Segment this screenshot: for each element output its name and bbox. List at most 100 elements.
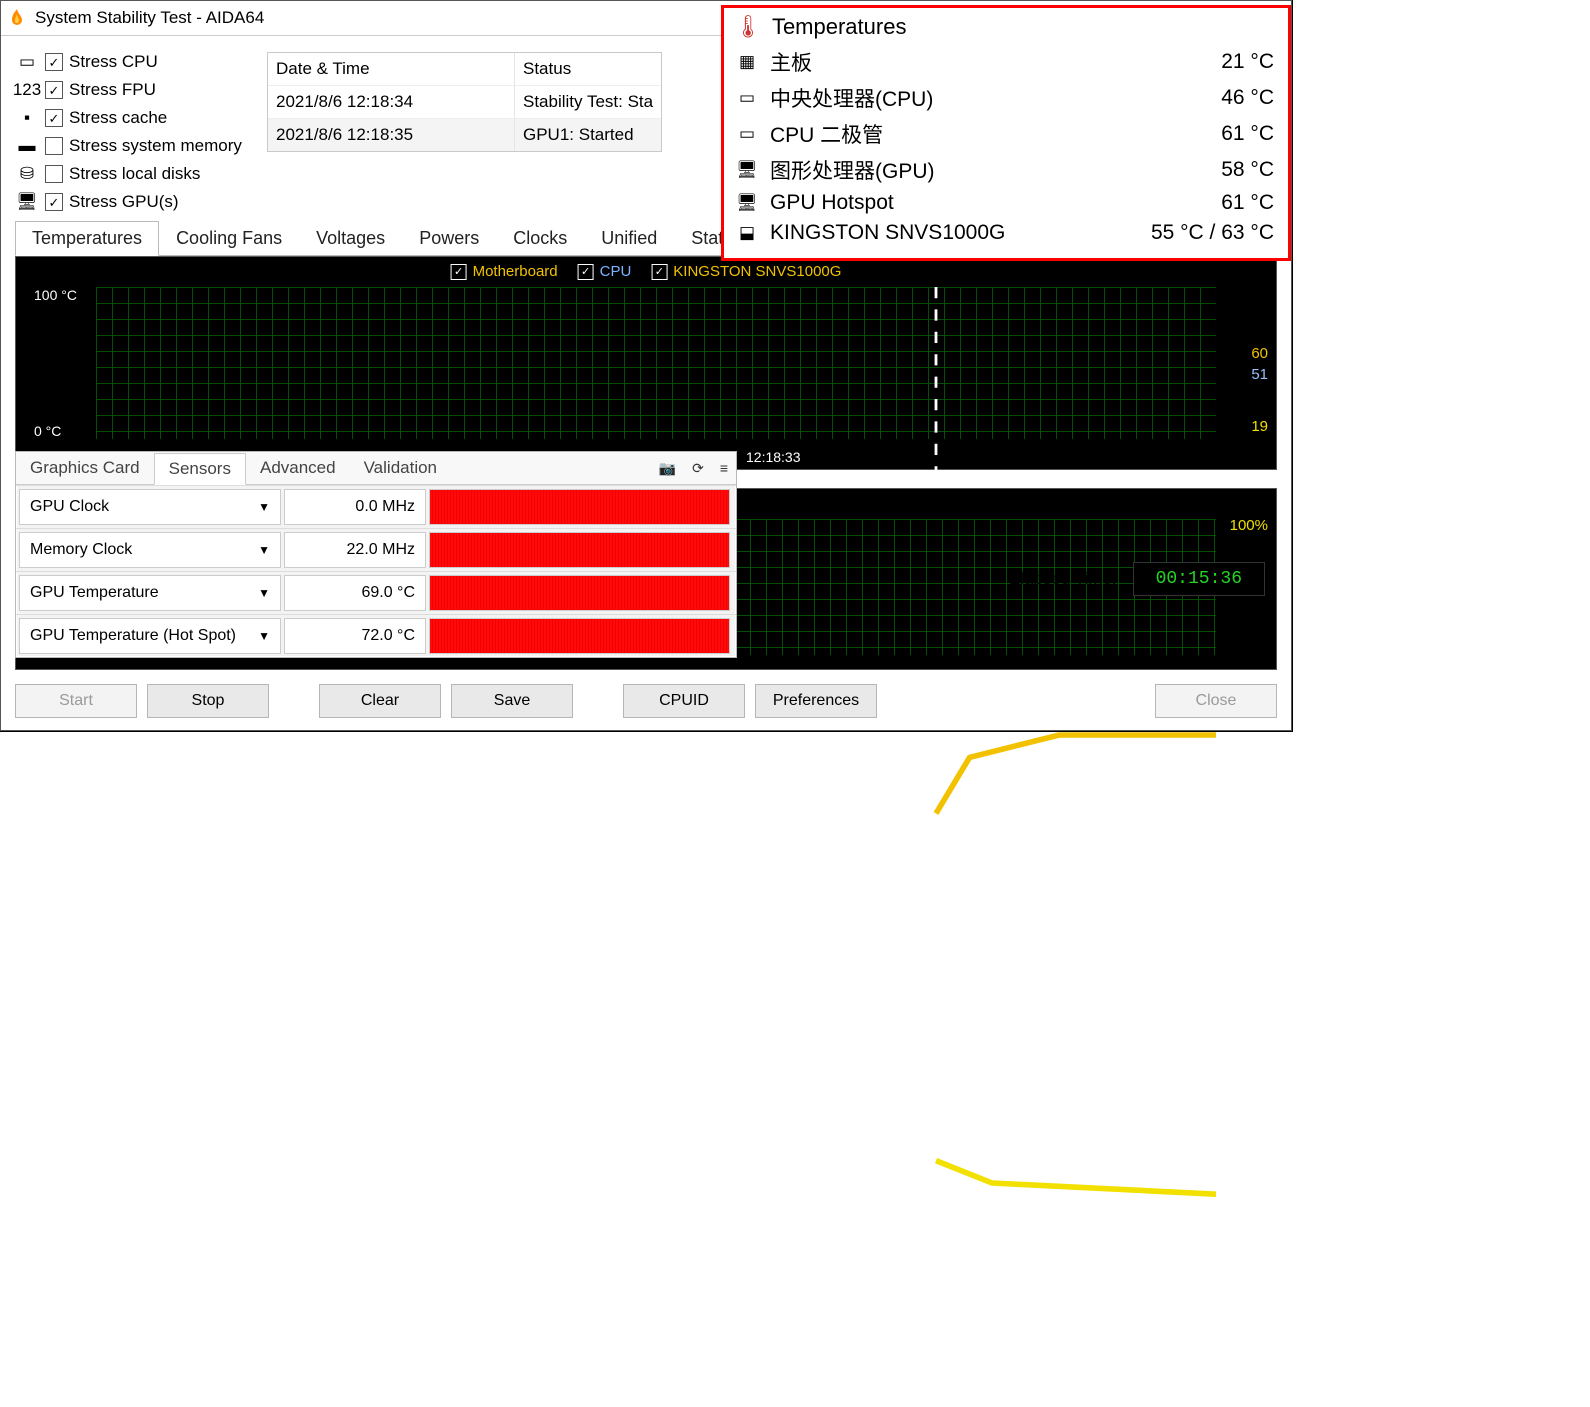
ram-icon: ▬ bbox=[15, 136, 39, 156]
stress-label: Stress local disks bbox=[69, 164, 200, 184]
stress-checkbox[interactable] bbox=[45, 165, 63, 183]
stop-button[interactable]: Stop bbox=[147, 684, 269, 718]
stress-item-4[interactable]: ⛁Stress local disks bbox=[15, 164, 255, 184]
legend-label: Motherboard bbox=[473, 263, 558, 280]
sensor-row[interactable]: GPU Clock▼0.0 MHz bbox=[16, 485, 736, 528]
stress-item-0[interactable]: ▭ Stress CPU bbox=[15, 52, 255, 72]
chevron-down-icon[interactable]: ▼ bbox=[258, 586, 270, 600]
gpu-icon: 🖥 bbox=[15, 192, 39, 212]
chart-grid bbox=[96, 287, 1216, 439]
temp-label: GPU Hotspot bbox=[770, 191, 894, 215]
stress-checkbox[interactable] bbox=[45, 193, 63, 211]
sensor-name[interactable]: GPU Temperature (Hot Spot)▼ bbox=[19, 618, 281, 654]
log-datetime: 2021/8/6 12:18:34 bbox=[268, 86, 515, 118]
sensor-name[interactable]: Memory Clock▼ bbox=[19, 532, 281, 568]
fpu-icon: 123 bbox=[15, 80, 39, 100]
chart-value-label: 60 bbox=[1251, 345, 1268, 362]
sensor-bar bbox=[429, 575, 730, 611]
log-row[interactable]: 2021/8/6 12:18:34Stability Test: Sta bbox=[268, 85, 661, 118]
sensor-name[interactable]: GPU Temperature▼ bbox=[19, 575, 281, 611]
stress-checkbox[interactable] bbox=[45, 53, 63, 71]
temp-label: 中央处理器(CPU) bbox=[770, 83, 933, 113]
event-log[interactable]: Date & Time Status 2021/8/6 12:18:34Stab… bbox=[267, 52, 662, 152]
temp-row: 🖥GPU Hotspot61 °C bbox=[734, 188, 1274, 218]
temp-label: KINGSTON SNVS1000G bbox=[770, 221, 1005, 245]
tab-voltages[interactable]: Voltages bbox=[299, 221, 402, 256]
elapsed-value: 00:15:36 bbox=[1133, 562, 1265, 596]
tab-cooling-fans[interactable]: Cooling Fans bbox=[159, 221, 299, 256]
camera-icon[interactable]: 📷 bbox=[651, 460, 684, 477]
chart-value-label: 51 bbox=[1251, 366, 1268, 383]
tab-temperatures[interactable]: Temperatures bbox=[15, 221, 159, 256]
legend-item[interactable]: KINGSTON SNVS1000G bbox=[651, 263, 841, 280]
gpuz-tab-sensors[interactable]: Sensors bbox=[154, 453, 246, 485]
temperatures-overlay: 🌡 Temperatures ▦主板21 °C▭中央处理器(CPU)46 °C▭… bbox=[721, 5, 1291, 261]
ssd-icon: ⬓ bbox=[734, 223, 760, 243]
close-app-button[interactable]: Close bbox=[1155, 684, 1277, 718]
chart-legend: Motherboard CPU KINGSTON SNVS1000G bbox=[451, 263, 842, 280]
legend-item[interactable]: Motherboard bbox=[451, 263, 558, 280]
gpu-icon: 🖥 bbox=[734, 160, 760, 180]
cpu-icon: ▭ bbox=[734, 88, 760, 108]
chevron-down-icon[interactable]: ▼ bbox=[258, 500, 270, 514]
legend-checkbox[interactable] bbox=[578, 264, 594, 280]
legend-label: CPU bbox=[600, 263, 632, 280]
legend-checkbox[interactable] bbox=[651, 264, 667, 280]
temperature-chart[interactable]: MotherboardCPUKINGSTON SNVS1000G 100 °C … bbox=[15, 256, 1277, 470]
legend-label: KINGSTON SNVS1000G bbox=[673, 263, 841, 280]
gpuz-tab-validation[interactable]: Validation bbox=[350, 453, 451, 483]
temp-label: 图形处理器(GPU) bbox=[770, 155, 935, 185]
stress-checkbox[interactable] bbox=[45, 137, 63, 155]
log-header-status[interactable]: Status bbox=[515, 53, 661, 85]
stress-checkbox[interactable] bbox=[45, 81, 63, 99]
stress-item-2[interactable]: ▪Stress cache bbox=[15, 108, 255, 128]
legend-item[interactable]: CPU bbox=[578, 263, 632, 280]
sensor-row[interactable]: Memory Clock▼22.0 MHz bbox=[16, 528, 736, 571]
cpu-icon: ▭ bbox=[15, 52, 39, 72]
sensor-row[interactable]: GPU Temperature (Hot Spot)▼72.0 °C bbox=[16, 614, 736, 657]
gpuz-tabs: Graphics CardSensorsAdvancedValidation 📷⟳… bbox=[16, 452, 736, 485]
stress-item-1[interactable]: 123 Stress FPU bbox=[15, 80, 255, 100]
temp-value: 46 °C bbox=[1154, 86, 1274, 110]
sensor-name[interactable]: GPU Clock▼ bbox=[19, 489, 281, 525]
log-row[interactable]: 2021/8/6 12:18:35GPU1: Started bbox=[268, 118, 661, 151]
temp-row: ▦主板21 °C bbox=[734, 44, 1274, 80]
gpuz-tab-graphics-card[interactable]: Graphics Card bbox=[16, 453, 154, 483]
stress-checkbox[interactable] bbox=[45, 109, 63, 127]
stress-label: Stress GPU(s) bbox=[69, 192, 179, 212]
stress-label: Stress FPU bbox=[69, 80, 156, 100]
refresh-icon[interactable]: ⟳ bbox=[684, 460, 712, 477]
preferences-button[interactable]: Preferences bbox=[755, 684, 877, 718]
overlay-title: Temperatures bbox=[772, 14, 907, 40]
chevron-down-icon[interactable]: ▼ bbox=[258, 629, 270, 643]
x-axis-marker: 12:18:33 bbox=[746, 449, 801, 465]
stress-label: Stress system memory bbox=[69, 136, 242, 156]
stress-item-5[interactable]: 🖥 Stress GPU(s) bbox=[15, 192, 255, 212]
menu-icon[interactable]: ≡ bbox=[712, 460, 736, 476]
gpuz-panel[interactable]: Graphics CardSensorsAdvancedValidation 📷⟳… bbox=[15, 451, 737, 658]
tab-powers[interactable]: Powers bbox=[402, 221, 496, 256]
clear-button[interactable]: Clear bbox=[319, 684, 441, 718]
temp-value: 58 °C bbox=[1154, 158, 1274, 182]
tab-unified[interactable]: Unified bbox=[584, 221, 674, 256]
start-button[interactable]: Start bbox=[15, 684, 137, 718]
thermometer-icon: 🌡 bbox=[734, 14, 762, 40]
temp-row: ⬓KINGSTON SNVS1000G55 °C / 63 °C bbox=[734, 218, 1274, 248]
elapsed-time: Elapsed Time: 00:15:36 bbox=[1009, 562, 1265, 596]
stress-options: ▭ Stress CPU 123 Stress FPU ▪Stress cache ▬ St… bbox=[15, 52, 255, 212]
stress-label: Stress CPU bbox=[69, 52, 158, 72]
gpuz-tab-advanced[interactable]: Advanced bbox=[246, 453, 350, 483]
log-header-datetime[interactable]: Date & Time bbox=[268, 53, 515, 85]
save-button[interactable]: Save bbox=[451, 684, 573, 718]
stress-item-3[interactable]: ▬ Stress system memory bbox=[15, 136, 255, 156]
legend-checkbox[interactable] bbox=[451, 264, 467, 280]
sensor-bar bbox=[429, 618, 730, 654]
tab-clocks[interactable]: Clocks bbox=[496, 221, 584, 256]
log-status: GPU1: Started bbox=[515, 119, 661, 151]
sensor-row[interactable]: GPU Temperature▼69.0 °C bbox=[16, 571, 736, 614]
chart-value-label: 19 bbox=[1251, 418, 1268, 435]
log-status: Stability Test: Sta bbox=[515, 86, 661, 118]
chevron-down-icon[interactable]: ▼ bbox=[258, 543, 270, 557]
cpuid-button[interactable]: CPUID bbox=[623, 684, 745, 718]
y-axis-top: 100 °C bbox=[34, 287, 77, 303]
